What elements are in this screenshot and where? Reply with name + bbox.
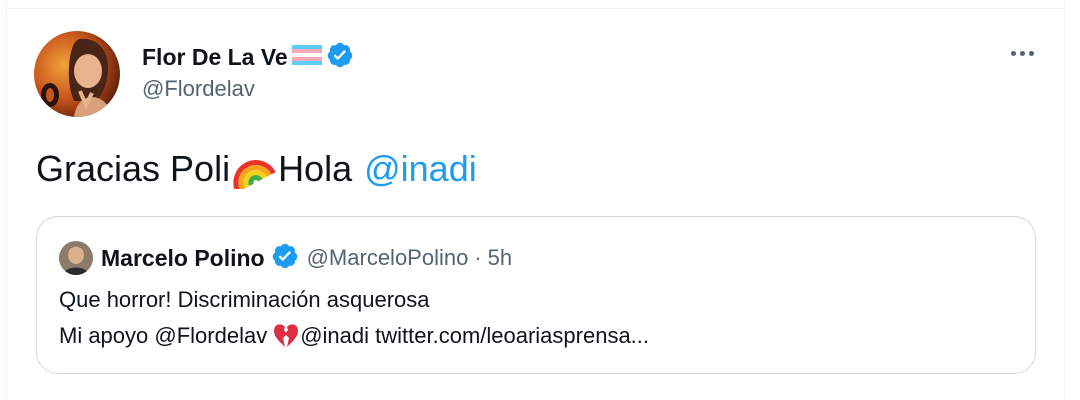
author-name-row[interactable]: Flor De La Ve [142,40,354,74]
quoted-text-line2: Mi apoyo @Flordelav @inadi twitter.com/l… [59,323,649,349]
card-border-top [6,8,1064,9]
quoted-avatar[interactable] [59,241,93,275]
quoted-text-line2-part2: @inadi twitter.com/leoariasprensa... [300,323,650,348]
quoted-display-name[interactable]: Marcelo Polino [101,245,265,272]
quoted-text-line1: Que horror! Discriminación asquerosa [59,287,430,312]
rainbow-icon [232,149,276,189]
quoted-handle[interactable]: @MarceloPolino [307,245,469,271]
more-dot [1028,50,1034,56]
quoted-header: Marcelo Polino @MarceloPolino · 5h [59,241,512,275]
more-dot [1019,50,1025,56]
quoted-timestamp[interactable]: 5h [488,245,512,271]
more-options-icon[interactable] [1004,38,1040,68]
verified-badge-icon [326,41,354,74]
card-border-right [1064,0,1065,400]
author-handle[interactable]: @Flordelav [142,76,255,102]
more-dot [1010,50,1016,56]
tweet-text-part1: Gracias Poli [36,148,231,189]
mention-link[interactable]: @inadi [364,148,477,190]
tweet-text-part2: Hola [278,148,353,189]
author-avatar[interactable] [34,31,120,117]
separator-dot: · [474,245,482,270]
quoted-text-line2-part1: Mi apoyo @Flordelav [59,323,268,348]
transgender-flag-icon [291,44,322,70]
broken-heart-icon [272,323,300,349]
author-display-name[interactable]: Flor De La Ve [142,44,288,71]
tweet-text: Gracias Poli Hola @inadi [36,148,477,190]
quoted-tweet[interactable]: Marcelo Polino @MarceloPolino · 5h Que h… [36,216,1036,374]
verified-badge-icon [271,242,299,275]
card-border-left [6,0,7,400]
